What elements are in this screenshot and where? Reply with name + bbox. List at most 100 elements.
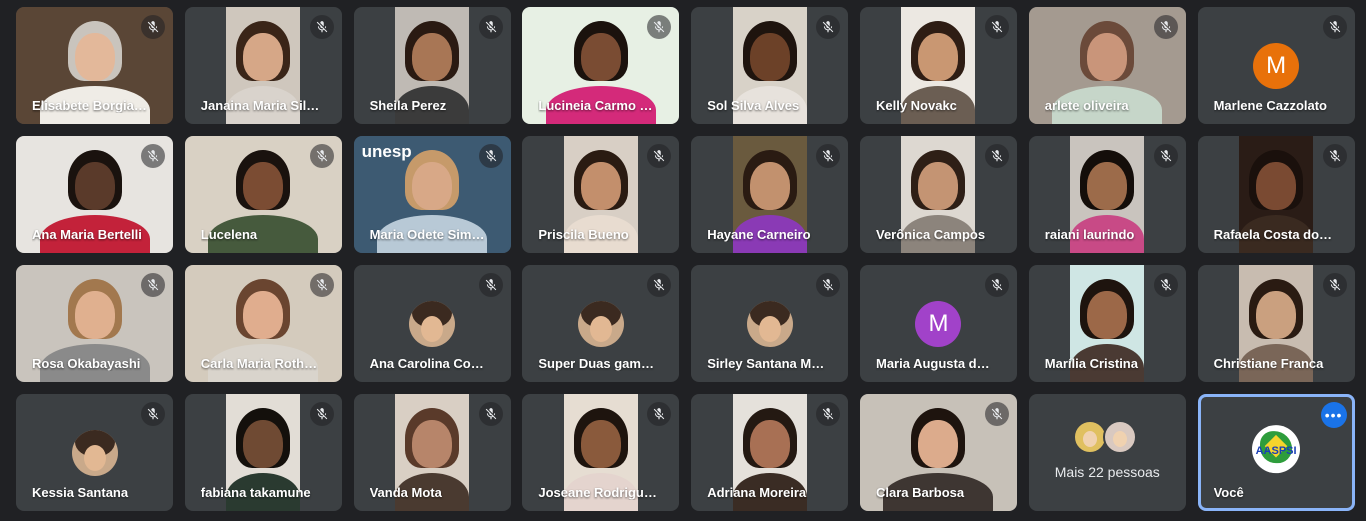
participant-tile[interactable]: Christiane Franca (1197, 265, 1355, 382)
avatar-letter: M (928, 309, 949, 337)
mic-off-icon (984, 273, 1009, 297)
face-shape (1087, 291, 1128, 339)
building-sign: unesp (361, 142, 412, 161)
participant-name: Sol Silva Alves (707, 98, 800, 113)
participant-tile[interactable]: fabiana takamune (184, 394, 342, 511)
face-shape (243, 420, 284, 468)
face-shape (74, 33, 115, 81)
participant-name: Clara Barbosa (875, 485, 965, 500)
avatar-face (1083, 431, 1098, 447)
avatar-face (83, 445, 106, 472)
participant-tile[interactable]: M Marlene Cazzolato (1197, 7, 1355, 124)
mic-off-icon (309, 402, 334, 426)
face-shape (918, 162, 959, 210)
participant-tile[interactable]: Kessia Santana (16, 394, 173, 511)
participant-tile[interactable]: M Maria Augusta d… (859, 265, 1017, 382)
avatar-face (758, 316, 781, 343)
mic-off-icon (984, 144, 1009, 168)
participant-tile[interactable]: raiani laurindo (1028, 136, 1186, 253)
participant-name: Sheila Perez (369, 98, 447, 113)
face-shape (918, 420, 959, 468)
face-shape (412, 162, 453, 210)
participant-tile[interactable]: arlete oliveira (1028, 7, 1186, 124)
avatar (1073, 420, 1108, 454)
face-shape (749, 33, 790, 81)
avatar (409, 300, 456, 347)
participant-name: Kessia Santana (32, 485, 129, 500)
logo-text: AASPSI (1255, 444, 1297, 457)
participant-tile[interactable]: Lucineia Carmo … (522, 7, 680, 124)
face-shape (918, 33, 959, 81)
participant-tile[interactable]: Hayane Carneiro (691, 136, 849, 253)
participant-tile[interactable]: Joseane Rodrigu… (522, 394, 680, 511)
participant-tile[interactable]: Verônica Campos (859, 136, 1017, 253)
face-shape (74, 291, 115, 339)
avatar-face (589, 316, 612, 343)
participant-tile[interactable]: Sol Silva Alves (691, 7, 849, 124)
mic-off-icon (478, 15, 503, 39)
mic-off-icon (647, 273, 672, 297)
mic-off-icon (984, 402, 1009, 426)
participant-tile[interactable]: unesp Maria Odete Sim… (353, 136, 511, 253)
avatar (71, 429, 118, 476)
participant-name: Carla Maria Roth… (200, 356, 318, 371)
participant-name: Maria Odete Sim… (369, 227, 485, 242)
participant-tile[interactable]: Ana Maria Bertelli (16, 136, 173, 253)
participant-tile[interactable]: Adriana Moreira (691, 394, 849, 511)
more-people-tile[interactable]: Mais 22 pessoas (1028, 394, 1186, 511)
mic-off-icon (141, 15, 165, 39)
participant-tile[interactable]: Vanda Mota (353, 394, 511, 511)
participant-tile[interactable]: Janaina Maria Sil… (184, 7, 342, 124)
mic-off-icon (141, 144, 165, 168)
participant-name: Verônica Campos (875, 227, 986, 242)
mic-off-icon (1322, 273, 1347, 297)
participant-name: fabiana takamune (200, 485, 311, 500)
participant-tile[interactable]: Elisabete Borgia… (16, 7, 173, 124)
more-options-icon[interactable]: ••• (1320, 402, 1347, 428)
avatar (1103, 420, 1138, 454)
participant-name: Joseane Rodrigu… (538, 485, 657, 500)
participant-name: Priscila Bueno (538, 227, 629, 242)
face-shape (1087, 33, 1128, 81)
participant-name: Ana Maria Bertelli (32, 227, 142, 242)
participant-name: raiani laurindo (1044, 227, 1135, 242)
mic-off-icon (816, 402, 841, 426)
participant-tile[interactable]: Clara Barbosa (859, 394, 1017, 511)
face-shape (580, 420, 621, 468)
participant-tile[interactable]: Kelly Novakc (859, 7, 1017, 124)
participant-tile[interactable]: Super Duas gam… (522, 265, 680, 382)
participant-name: Sirley Santana M… (707, 356, 825, 371)
participant-name: Rosa Okabayashi (32, 356, 141, 371)
participant-name: Super Duas gam… (538, 356, 654, 371)
participant-name: Maria Augusta d… (875, 356, 990, 371)
mic-off-icon (984, 15, 1009, 39)
avatar (746, 300, 793, 347)
mic-off-icon (309, 144, 334, 168)
avatar-face (1113, 431, 1128, 447)
avatar-letter: M (1266, 51, 1287, 79)
mic-off-icon (309, 15, 334, 39)
letter-avatar: M (1253, 42, 1300, 89)
avatar (577, 300, 624, 347)
stacked-avatars (1029, 420, 1186, 454)
mic-off-icon (141, 402, 165, 426)
participant-tile[interactable]: Sheila Perez (353, 7, 511, 124)
face-shape (749, 420, 790, 468)
mic-off-icon (816, 15, 841, 39)
mic-off-icon (309, 273, 334, 297)
face-shape (580, 33, 621, 81)
self-tile[interactable]: AASPSI ••• Você (1197, 394, 1355, 511)
mic-off-icon (1153, 144, 1178, 168)
participant-tile[interactable]: Ana Carolina Co… (353, 265, 511, 382)
participant-tile[interactable]: Priscila Bueno (522, 136, 680, 253)
participant-tile[interactable]: Rosa Okabayashi (16, 265, 173, 382)
participant-name: Lucineia Carmo … (538, 98, 653, 113)
face-shape (749, 162, 790, 210)
participant-tile[interactable]: Marília Cristina (1028, 265, 1186, 382)
participant-name: Christiane Franca (1213, 356, 1324, 371)
participant-tile[interactable]: Lucelena (184, 136, 342, 253)
participant-tile[interactable]: Carla Maria Roth… (184, 265, 342, 382)
participant-tile[interactable]: Sirley Santana M… (691, 265, 849, 382)
participant-tile[interactable]: Rafaela Costa do… (1197, 136, 1355, 253)
participant-name: Você (1213, 485, 1244, 500)
